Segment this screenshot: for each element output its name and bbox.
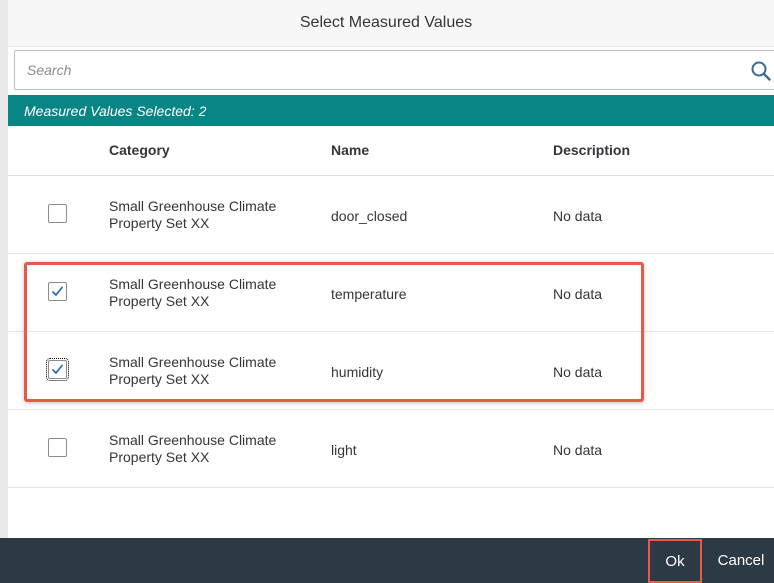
row-category: Small Greenhouse Climate Property Set XX <box>109 276 277 309</box>
table-row[interactable]: Small Greenhouse Climate Property Set XX… <box>8 254 774 332</box>
row-checkbox[interactable] <box>46 358 69 381</box>
dialog-header: Select Measured Values <box>8 0 774 47</box>
column-header-name[interactable]: Name <box>331 142 369 158</box>
checkmark-icon <box>52 364 63 374</box>
dialog-title: Select Measured Values <box>299 14 473 31</box>
background-footer-edge <box>0 538 8 583</box>
table-header: Category Name Description <box>8 126 774 176</box>
dialog-footer: Ok Cancel <box>8 538 774 583</box>
search-field <box>14 50 774 90</box>
row-name: door_closed <box>331 208 408 224</box>
checkmark-icon <box>52 286 63 296</box>
selection-info-bar: Measured Values Selected: 2 <box>8 95 774 126</box>
row-checkbox[interactable] <box>48 438 67 457</box>
row-description: No data <box>553 286 603 302</box>
row-category: Small Greenhouse Climate Property Set XX <box>109 198 277 231</box>
row-description: No data <box>553 208 603 224</box>
search-input[interactable] <box>15 51 759 89</box>
table-row[interactable]: Small Greenhouse Climate Property Set XX… <box>8 332 774 410</box>
cancel-button[interactable]: Cancel <box>708 538 774 583</box>
select-measured-values-dialog: Select Measured Values Measured Values S… <box>8 0 774 583</box>
row-description: No data <box>553 364 603 380</box>
column-header-description[interactable]: Description <box>553 142 630 158</box>
row-name: light <box>331 442 357 458</box>
table-row[interactable]: Small Greenhouse Climate Property Set XX… <box>8 410 774 488</box>
ok-button[interactable]: Ok <box>648 539 702 583</box>
row-name: humidity <box>331 364 384 380</box>
search-icon[interactable] <box>750 60 772 82</box>
row-category: Small Greenhouse Climate Property Set XX <box>109 432 277 465</box>
selection-count-text: Measured Values Selected: 2 <box>24 102 207 119</box>
row-checkbox[interactable] <box>48 204 67 223</box>
column-header-category[interactable]: Category <box>109 142 170 158</box>
row-category: Small Greenhouse Climate Property Set XX <box>109 354 277 387</box>
table-row[interactable]: Small Greenhouse Climate Property Set XX… <box>8 176 774 254</box>
row-description: No data <box>553 442 603 458</box>
row-checkbox[interactable] <box>48 282 67 301</box>
row-name: temperature <box>331 286 407 302</box>
